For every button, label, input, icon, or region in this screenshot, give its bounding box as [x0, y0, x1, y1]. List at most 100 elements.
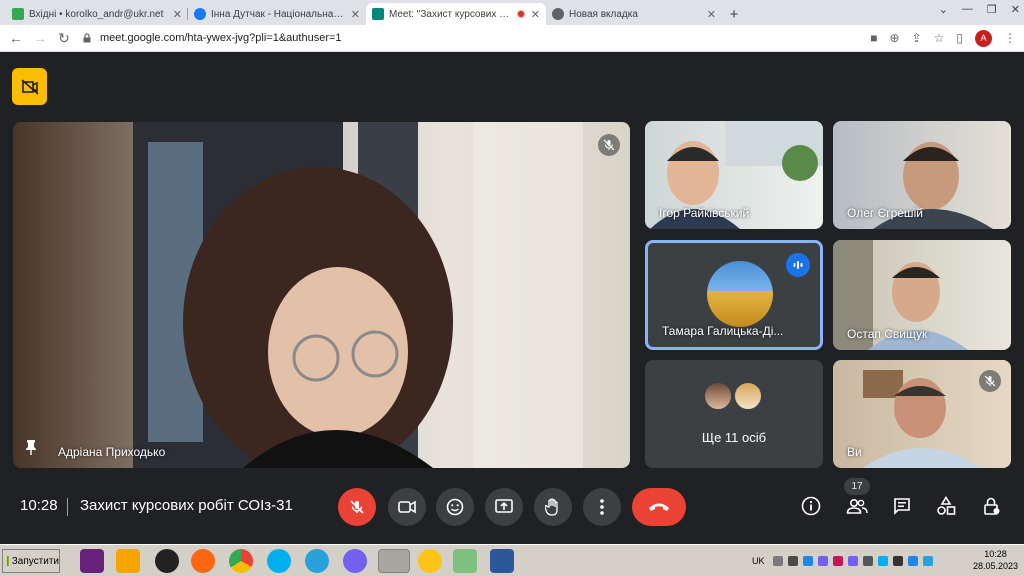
chrome-icon[interactable]: [229, 549, 253, 573]
more-participants-label: Ще 11 осіб: [701, 430, 767, 445]
camera-permission-icon[interactable]: ■: [870, 31, 877, 45]
close-icon[interactable]: ✕: [173, 8, 182, 21]
tab-ukr-net[interactable]: Вхідні • korolko_andr@ukr.net ✕: [6, 3, 188, 25]
camera-toggle-button[interactable]: [388, 488, 426, 526]
tray-icon[interactable]: [832, 556, 843, 566]
system-clock[interactable]: 10:28 28.05.2023: [973, 548, 1018, 572]
maximize-button[interactable]: ❐: [987, 3, 997, 16]
share-icon[interactable]: ⇪: [912, 31, 922, 45]
participant-tile[interactable]: Ігор Райківський: [645, 121, 823, 229]
participant-name: Ігор Райківський: [659, 206, 750, 220]
hidden-self-view-button[interactable]: [12, 68, 47, 105]
speaking-indicator-icon: [786, 253, 810, 277]
people-button[interactable]: [842, 491, 872, 521]
explorer-icon[interactable]: [453, 549, 477, 573]
telegram-icon[interactable]: [305, 549, 329, 573]
tray-icon[interactable]: [877, 556, 888, 566]
windows-logo-icon: [7, 556, 9, 566]
minimize-button[interactable]: —: [962, 3, 973, 16]
participant-tile[interactable]: Остап Свищук: [833, 240, 1011, 350]
mic-muted-icon: [598, 134, 620, 156]
tab-title: Інна Дутчак - Національна спіл: [211, 8, 345, 20]
close-icon[interactable]: ✕: [531, 8, 540, 21]
url-text: meet.google.com/hta-ywex-jvg?pli=1&authu…: [100, 32, 342, 44]
meet-stage: Адріана Приходько Ігор Райківський Олег …: [0, 52, 1024, 544]
more-participants-tile[interactable]: Ще 11 осіб: [645, 360, 823, 468]
active-speaker-tile[interactable]: Тамара Галицька-Ді...: [645, 240, 823, 350]
sidebar-icon[interactable]: ▯: [956, 31, 963, 45]
skype-icon[interactable]: [267, 549, 291, 573]
hangup-icon: [649, 503, 669, 511]
system-tray: UK 10:28 28.05.2023: [748, 547, 1024, 575]
tray-icon[interactable]: [772, 556, 783, 566]
new-tab-button[interactable]: +: [722, 3, 746, 25]
firefox-icon[interactable]: [191, 549, 215, 573]
forward-icon[interactable]: →: [28, 30, 52, 46]
meeting-details-button[interactable]: [796, 491, 826, 521]
os-taskbar: Запустити UK 10:28 28.05.2023: [0, 544, 1024, 576]
language-indicator[interactable]: UK: [752, 556, 765, 566]
tab-facebook[interactable]: Інна Дутчак - Національна спіл ✕: [188, 3, 366, 25]
participant-name: Остап Свищук: [847, 327, 928, 341]
reactions-button[interactable]: [436, 488, 474, 526]
chrome-icon: [552, 8, 564, 20]
close-icon[interactable]: ✕: [707, 8, 716, 21]
start-button[interactable]: Запустити: [2, 549, 60, 573]
url-field[interactable]: meet.google.com/hta-ywex-jvg?pli=1&authu…: [82, 28, 870, 48]
close-icon[interactable]: ✕: [351, 8, 360, 21]
clock-time: 10:28: [984, 549, 1007, 559]
participant-tile[interactable]: Олег Єгрешій: [833, 121, 1011, 229]
tab-title: Meet: "Захист курсових робі: [389, 8, 513, 20]
tray-icon[interactable]: [862, 556, 873, 566]
volume-icon[interactable]: [892, 556, 903, 566]
profile-avatar[interactable]: A: [975, 29, 992, 47]
people-icon: [846, 498, 868, 514]
activities-icon: [937, 496, 956, 515]
viber-icon[interactable]: [343, 549, 367, 573]
present-icon: [495, 499, 513, 513]
meeting-control-bar: 10:28 Захист курсових робіт СОІз-31 17: [0, 478, 1024, 544]
close-window-button[interactable]: ✕: [1011, 3, 1020, 16]
visual-studio-icon[interactable]: [80, 549, 104, 573]
host-controls-button[interactable]: [977, 491, 1007, 521]
more-options-button[interactable]: [583, 488, 621, 526]
address-bar: ← → ↻ meet.google.com/hta-ywex-jvg?pli=1…: [0, 25, 1024, 52]
chrome-window-button[interactable]: [378, 549, 410, 573]
avatar: [733, 381, 763, 411]
more-vert-icon: [600, 499, 604, 515]
start-label: Запустити: [11, 555, 59, 567]
avatar: [707, 261, 773, 327]
bookmark-star-icon[interactable]: ☆: [934, 31, 945, 45]
mail-icon: [12, 8, 24, 20]
app-icon[interactable]: [155, 549, 179, 573]
raise-hand-button[interactable]: [534, 488, 572, 526]
tray-icon[interactable]: [787, 556, 798, 566]
tray-icon[interactable]: [802, 556, 813, 566]
recording-icon: [516, 10, 525, 18]
mic-toggle-button[interactable]: [338, 488, 376, 526]
app-icon[interactable]: [418, 549, 442, 573]
main-video-tile[interactable]: Адріана Приходько: [13, 122, 630, 468]
tab-search-icon[interactable]: ⌄: [939, 3, 948, 16]
self-view-tile[interactable]: Ви: [833, 360, 1011, 468]
telegram-tray-icon[interactable]: [922, 556, 933, 566]
tab-meet[interactable]: Meet: "Захист курсових робі ✕: [366, 3, 546, 25]
leave-call-button[interactable]: [632, 488, 686, 526]
tray-icon[interactable]: [847, 556, 858, 566]
chat-button[interactable]: [887, 491, 917, 521]
activities-button[interactable]: [931, 491, 961, 521]
network-icon[interactable]: [907, 556, 918, 566]
camera-icon: [398, 500, 416, 514]
media-player-icon[interactable]: [116, 549, 140, 573]
camera-off-icon: [20, 78, 39, 95]
pin-icon[interactable]: [25, 439, 37, 460]
menu-kebab-icon[interactable]: ⋮: [1004, 31, 1016, 45]
word-icon[interactable]: [490, 549, 514, 573]
reload-icon[interactable]: ↻: [52, 30, 76, 47]
tab-new[interactable]: Новая вкладка ✕: [546, 3, 722, 25]
zoom-icon[interactable]: ⊕: [890, 31, 900, 45]
back-icon[interactable]: ←: [4, 30, 28, 46]
tray-icon[interactable]: [817, 556, 828, 566]
tab-title: Вхідні • korolko_andr@ukr.net: [29, 8, 164, 20]
present-screen-button[interactable]: [485, 488, 523, 526]
